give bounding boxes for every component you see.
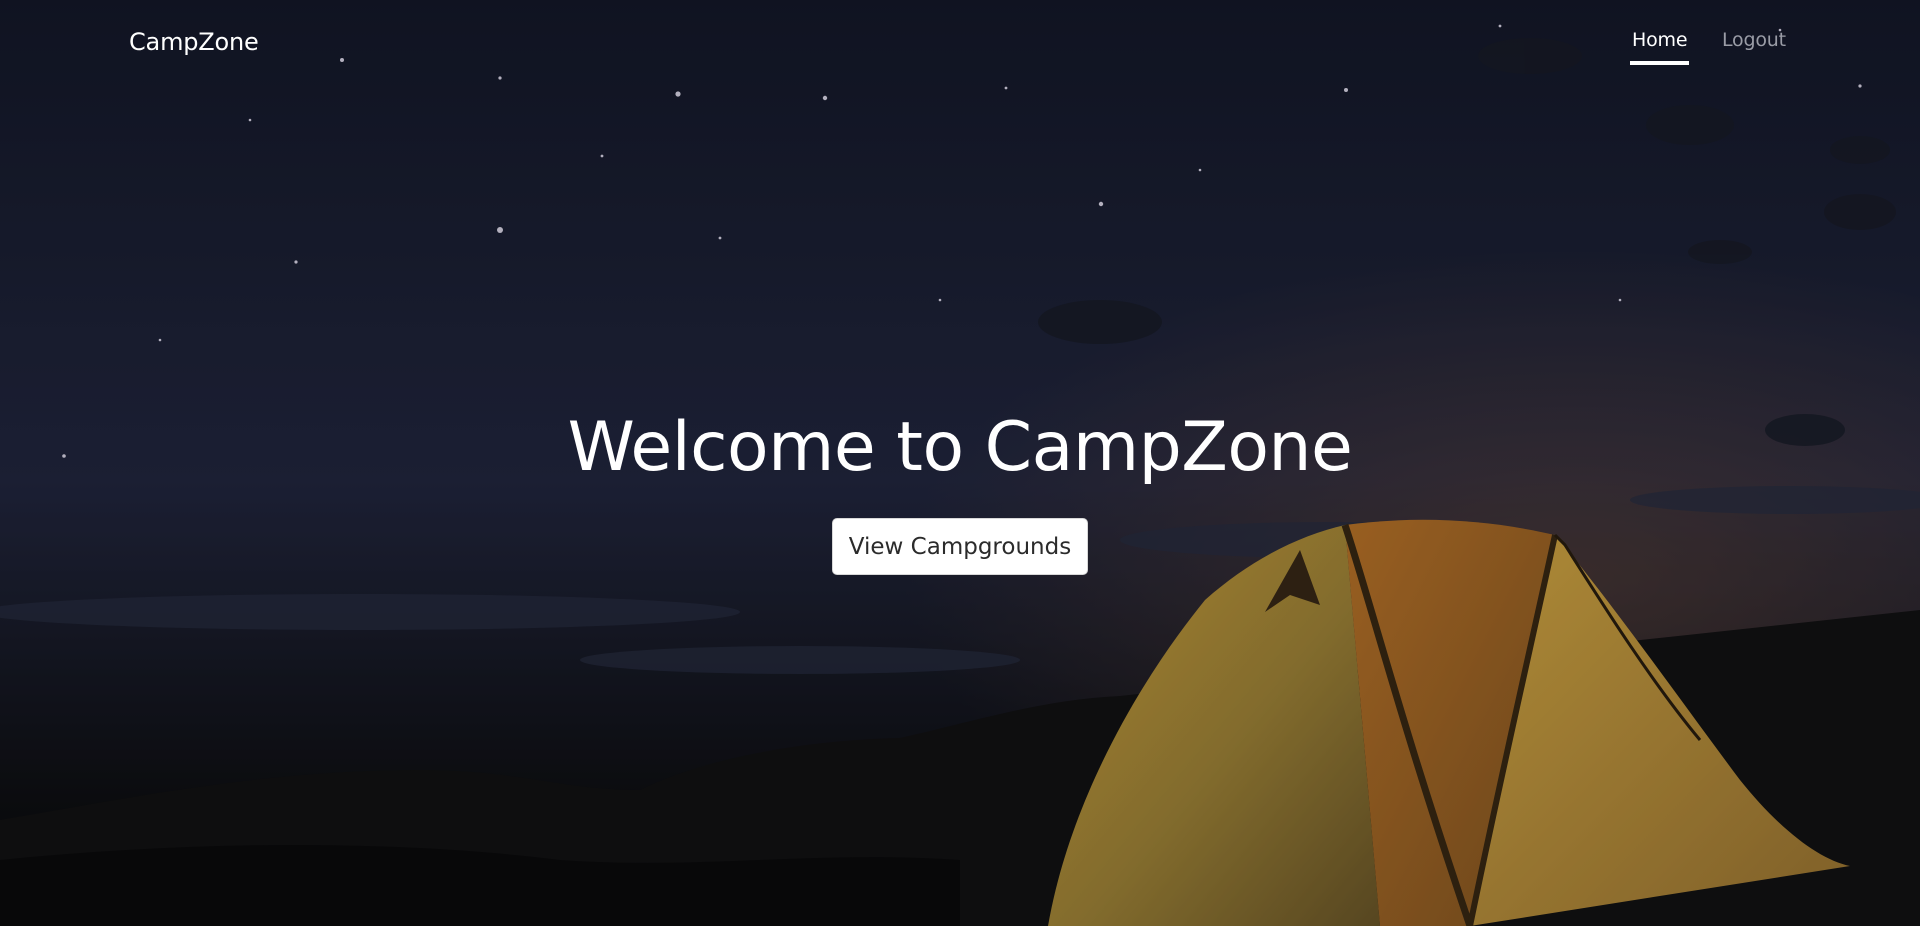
brand-logo[interactable]: CampZone [129,28,259,56]
nav-link-home[interactable]: Home [1630,29,1690,65]
hero-title: Welcome to CampZone [567,408,1353,487]
view-campgrounds-button[interactable]: View Campgrounds [832,518,1088,575]
nav-link-logout[interactable]: Logout [1722,29,1786,51]
hero-section: CampZone Home Logout Welcome to CampZone… [0,0,1920,926]
